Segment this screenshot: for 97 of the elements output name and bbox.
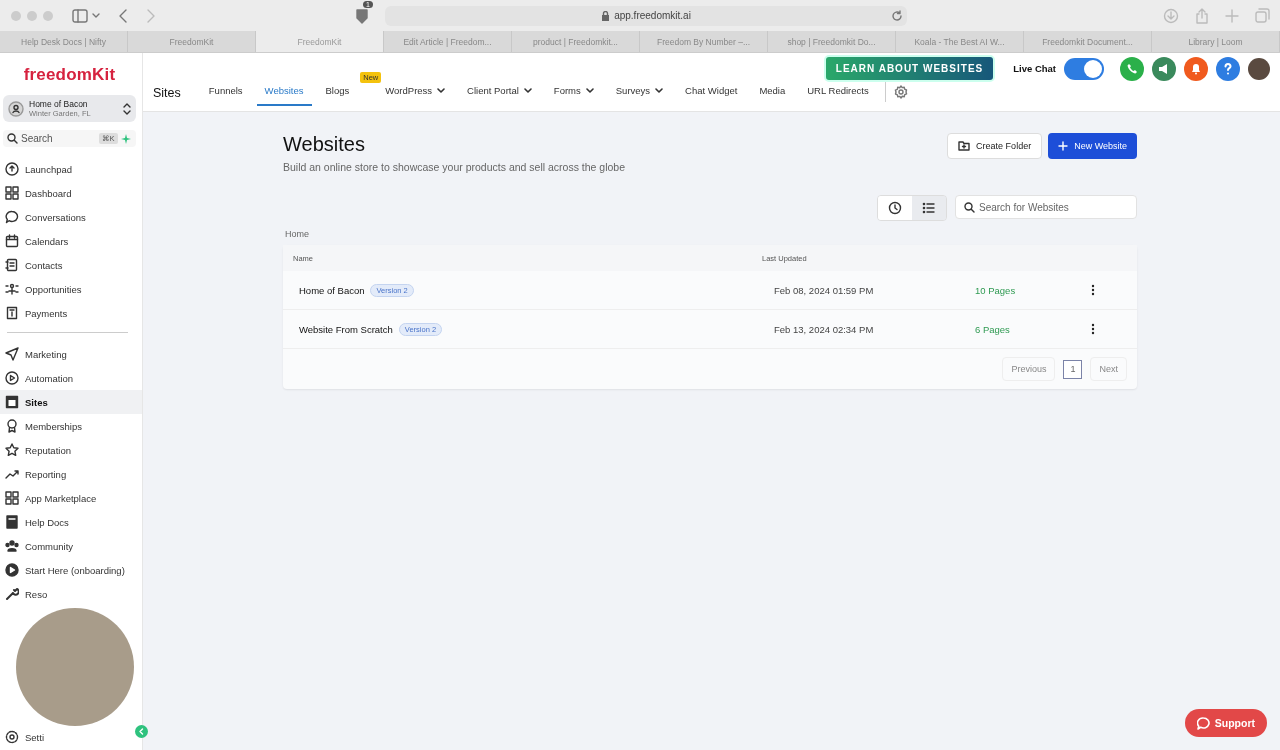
user-icon [8,100,24,117]
phone-icon[interactable] [1120,56,1144,81]
sidebar-item[interactable]: App Marketplace [0,486,101,510]
help-icon[interactable] [1216,56,1240,81]
sidebar-item[interactable]: Reporting [0,462,71,486]
address-bar[interactable]: app.freedomkit.ai [385,5,907,26]
pages-link[interactable]: 6 Pages [975,323,1091,335]
page-number[interactable]: 1 [1063,359,1083,379]
sidebar-item[interactable]: Contacts [0,253,67,277]
nav-tab[interactable]: Forms [545,78,602,106]
sidebar-item[interactable]: Automation [0,366,78,390]
chevron-down-icon [523,87,532,94]
more-icon[interactable] [1091,323,1095,335]
support-button[interactable]: Support [1184,709,1267,737]
sparkle-icon[interactable] [120,133,131,144]
chevron-down-icon [585,87,594,94]
book-icon [5,515,19,529]
view-toggle[interactable] [912,196,946,220]
megaphone-icon[interactable] [1152,56,1176,81]
trend-line-icon [5,467,19,481]
nav-tab[interactable]: Surveys [607,78,672,106]
sidebar-item[interactable]: Payments [0,301,72,325]
updated-date: Feb 13, 2024 02:34 PM [773,323,875,335]
live-chat-toggle[interactable] [1064,57,1104,80]
nav-tab[interactable]: Client Portal [459,78,540,106]
calendar-icon [5,234,19,248]
sidebar-toggle-icon[interactable] [72,8,100,23]
page-subtitle: Build an online store to showcase your products and sell across the globe [283,161,626,173]
url-text: app.freedomkit.ai [601,10,691,21]
page-title: Websites [283,133,366,156]
settings-icon[interactable] [893,85,908,99]
chevron-down-icon [655,87,664,94]
sidebar-item[interactable]: Memberships [0,414,87,438]
collapse-icon[interactable] [135,725,148,738]
learn-button[interactable]: LEARN ABOUT WEBSITES [823,55,996,82]
folder-plus-icon [958,141,971,151]
section-title: Sites [153,86,181,102]
sidebar-item[interactable]: Conversations [0,205,90,229]
avatar[interactable] [1248,57,1270,80]
bell-icon[interactable] [1184,56,1208,81]
logo: freedomKit [23,64,116,86]
sidebar-item[interactable]: Help Docs [0,510,73,534]
list-icon [922,201,936,215]
grid-icon [5,186,19,200]
search-icon [964,201,975,213]
pages-link[interactable]: 10 Pages [975,284,1091,296]
search-field[interactable]: Search for Websites [955,195,1137,219]
chevron-down-icon [437,87,446,94]
nav-tab[interactable]: Media [751,78,794,106]
create-folder-button[interactable]: Create Folder [947,133,1043,159]
breadcrumb[interactable]: Home [285,229,309,239]
contact-card-icon [5,258,19,272]
live-chat-label: Live Chat [1013,63,1056,74]
clock-icon [888,201,902,215]
sidebar-item[interactable]: Start Here (onboarding) [0,558,129,582]
star-icon [5,443,19,457]
award-icon [5,419,19,433]
previous-button[interactable]: Previous [1002,357,1056,381]
shield-icon[interactable] [355,7,369,24]
view-toggle[interactable] [878,196,912,220]
plus-icon [1058,141,1069,151]
back-icon[interactable] [118,8,128,23]
website-name: Website From Scratch [299,323,393,335]
nav-tab[interactable]: Websites [256,78,312,106]
nav-tab[interactable]: Funnels [200,78,251,106]
search-icon [7,133,18,144]
receipt-icon [5,306,19,320]
sidebar-item[interactable]: Reso [0,582,52,606]
sidebar-item[interactable]: Marketing [0,342,71,366]
lock-icon [601,10,611,21]
browser-window-icon [5,395,19,409]
nav-tab[interactable]: Chat Widget [677,78,746,106]
sidebar-item[interactable]: Sites [0,390,142,414]
chat-bubble-icon [5,210,19,224]
chat-bubble-icon [1196,716,1210,730]
sidebar-item[interactable]: Calendars [0,229,73,253]
grid-icon [5,491,19,505]
search-input[interactable]: Search [21,133,96,144]
updated-date: Feb 08, 2024 01:59 PM [773,284,875,296]
next-button[interactable]: Next [1090,357,1127,381]
sidebar-item[interactable]: Community [0,534,78,558]
wrench-icon [5,587,19,601]
website-name: Home of Bacon [299,284,365,296]
more-icon[interactable] [1091,284,1095,296]
account-name: Home of Bacon [29,99,89,109]
chevron-updown-icon [123,102,131,115]
play-circle-icon [5,563,19,577]
new-website-button[interactable]: New Website [1048,133,1137,159]
sidebar-item[interactable]: Dashboard [0,181,76,205]
reload-icon[interactable] [891,9,903,22]
people-icon [5,539,19,553]
sidebar-item[interactable]: Reputation [0,438,75,462]
sidebar-item[interactable]: Launchpad [0,157,77,181]
network-icon [5,282,19,296]
sidebar-item[interactable]: Setti [0,727,48,747]
sidebar-item[interactable]: Opportunities [0,277,86,301]
send-icon [5,347,19,361]
